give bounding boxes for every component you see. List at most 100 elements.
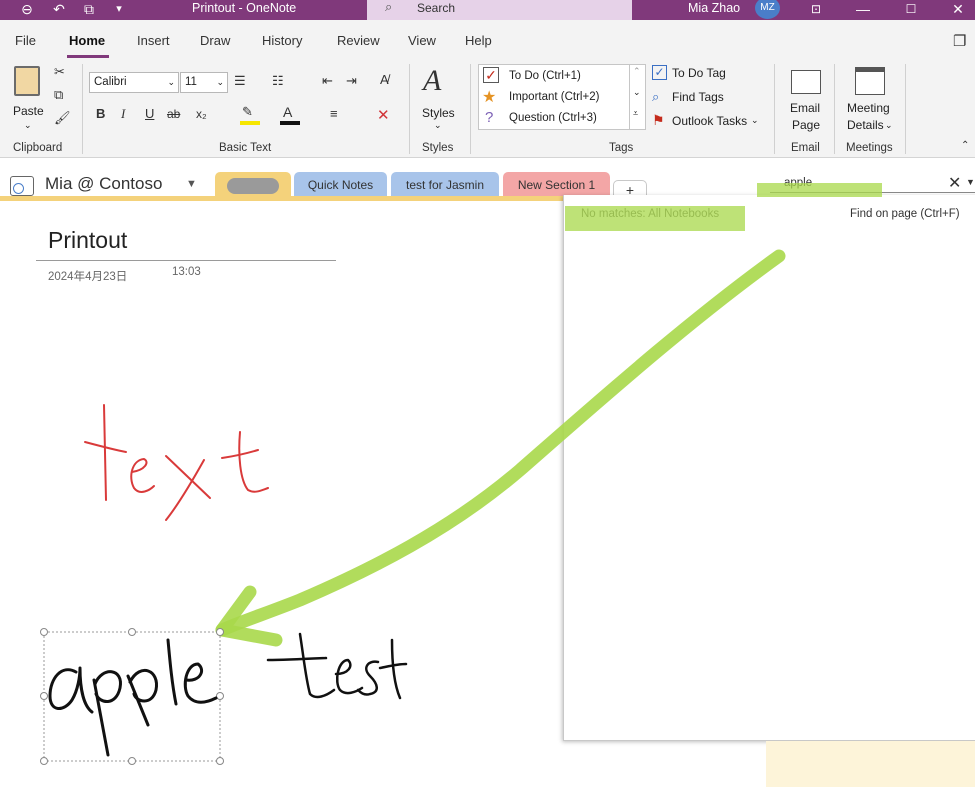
section-tab-quick-notes[interactable]: Quick Notes (294, 172, 387, 198)
tag-label: To Do (Ctrl+1) (509, 70, 581, 82)
meeting-label-line1: Meeting (847, 101, 890, 115)
decrease-indent-icon[interactable]: ⇤ (322, 73, 333, 89)
subscript-button[interactable]: x₂ (196, 107, 207, 121)
group-label-tags: Tags (609, 142, 634, 154)
find-tags-button[interactable]: ⌕ Find Tags (652, 88, 762, 108)
outlook-tasks-button[interactable]: ⚑ Outlook Tasks ⌄ (652, 112, 767, 132)
page-date: 2024年4月23日 (48, 271, 128, 283)
user-name[interactable]: Mia Zhao (688, 0, 740, 16)
cut-icon[interactable]: ✂ (54, 64, 65, 80)
notebook-panel-icon[interactable]: ❐ (953, 32, 966, 50)
notebook-search-input[interactable]: apple ✕ ▼ (770, 173, 975, 193)
group-label-styles: Styles (422, 142, 454, 154)
active-tab-indicator (67, 55, 109, 58)
find-on-page-link[interactable]: Find on page (Ctrl+F) (850, 208, 960, 220)
avatar[interactable]: MZ (755, 0, 780, 19)
outlook-tasks-label: Outlook Tasks (672, 114, 748, 128)
tags-gallery: ✓ To Do (Ctrl+1) ★ Important (Ctrl+2) ? … (478, 64, 646, 130)
flag-icon: ⚑ (652, 112, 665, 128)
separator (470, 64, 471, 154)
close-icon[interactable]: ✕ (945, 0, 971, 20)
paste-button[interactable]: Paste ⌄ (10, 64, 46, 134)
email-page-button[interactable]: Email Page (785, 64, 827, 136)
numbering-icon[interactable]: ☷ (272, 73, 284, 89)
page-margin-background (766, 741, 975, 787)
styles-label: Styles (422, 106, 455, 120)
styles-button[interactable]: A Styles ⌄ (418, 64, 458, 136)
highlighter-icon: ✎ (242, 104, 253, 119)
underline-button[interactable]: U (145, 106, 154, 121)
tag-label: Important (Ctrl+2) (509, 91, 600, 103)
clear-search-icon[interactable]: ✕ (948, 173, 961, 193)
tag-item-todo[interactable]: ✓ To Do (Ctrl+1) (481, 67, 621, 87)
italic-button[interactable]: I (121, 106, 125, 122)
delete-icon[interactable]: ✕ (377, 106, 390, 124)
ribbon-display-icon[interactable]: ⊡ (803, 0, 829, 20)
search-scope-dropdown-icon[interactable]: ▼ (966, 177, 975, 187)
maximize-icon[interactable]: ☐ (898, 0, 924, 20)
customize-qat-icon[interactable]: ▾ (106, 0, 132, 20)
tab-history[interactable]: History (262, 33, 302, 48)
tab-file[interactable]: File (15, 33, 36, 48)
envelope-icon (791, 70, 821, 94)
ribbon-tabs: File Home Insert Draw History Review Vie… (0, 20, 975, 60)
section-color-strip (0, 196, 565, 201)
page-title[interactable]: Printout (48, 227, 127, 254)
tag-item-important[interactable]: ★ Important (Ctrl+2) (481, 88, 621, 108)
increase-indent-icon[interactable]: ⇥ (346, 73, 357, 89)
scroll-up-icon[interactable]: ⌃ (633, 66, 641, 77)
ribbon-home: Paste ⌄ ✂ ⧉ 🖌 Clipboard Calibri ⌄ 11 ⌄ ☰… (0, 60, 975, 158)
clear-formatting-icon[interactable]: A̸ (380, 72, 389, 87)
gallery-scroll[interactable]: ⌃ ⌄ ⩡ (629, 65, 645, 129)
notebook-icon[interactable] (10, 176, 34, 196)
search-bar[interactable]: ⌕ Search (367, 0, 632, 20)
chevron-down-icon: ⌄ (434, 120, 442, 130)
format-painter-icon[interactable]: 🖌 (54, 110, 71, 126)
onenote-window: ⊖ ↶ ⧉ ▾ Printout - OneNote ⌕ Search Mia … (0, 0, 975, 787)
paste-label: Paste (13, 104, 44, 118)
gallery-more-icon[interactable]: ⩡ (633, 108, 638, 119)
strikethrough-button[interactable]: ab (167, 107, 180, 121)
font-name-select[interactable]: Calibri ⌄ (89, 72, 179, 93)
highlight-button[interactable]: ✎ (240, 104, 272, 126)
tab-draw[interactable]: Draw (200, 33, 230, 48)
tab-insert[interactable]: Insert (137, 33, 170, 48)
search-results-pane: No matches: All Notebooks Find on page (… (563, 195, 975, 741)
email-label-line2: Page (792, 118, 821, 132)
meeting-details-button[interactable]: Meeting Details ⌄ (845, 64, 901, 136)
tab-home[interactable]: Home (69, 33, 105, 48)
notebook-name[interactable]: Mia @ Contoso (45, 174, 162, 194)
bullets-icon[interactable]: ☰ (234, 73, 246, 89)
undo-icon[interactable]: ↶ (46, 0, 72, 20)
tab-view[interactable]: View (408, 33, 436, 48)
todo-tag-button[interactable]: ✓ To Do Tag (652, 64, 762, 84)
styles-icon: A (423, 64, 442, 97)
group-label-meetings: Meetings (846, 142, 893, 154)
screen-clipping-icon[interactable]: ⧉ (76, 0, 102, 20)
copy-icon[interactable]: ⧉ (54, 87, 63, 103)
chevron-down-icon: ⌄ (885, 120, 893, 130)
paragraph-alignment-icon[interactable]: ≡ (330, 106, 338, 121)
tab-help[interactable]: Help (465, 33, 492, 48)
font-color-icon: A (283, 104, 293, 120)
no-matches-text: No matches: All Notebooks (581, 208, 720, 220)
todo-checkbox-icon: ✓ (652, 65, 667, 80)
bold-button[interactable]: B (96, 106, 105, 121)
minimize-icon[interactable]: — (850, 0, 876, 20)
notebook-dropdown-icon[interactable]: ▼ (186, 178, 197, 190)
ink-red-word[interactable] (84, 404, 269, 521)
title-underline (36, 260, 336, 261)
tab-review[interactable]: Review (337, 33, 380, 48)
selection-handles[interactable] (40, 628, 224, 765)
ink-black-word-test[interactable] (266, 632, 408, 700)
separator (834, 64, 835, 154)
font-size-select[interactable]: 11 ⌄ (180, 72, 228, 93)
back-icon[interactable]: ⊖ (14, 0, 40, 20)
scroll-down-icon[interactable]: ⌄ (633, 87, 641, 98)
ink-selection-box[interactable] (43, 631, 221, 762)
ink-black-word-apple[interactable] (48, 638, 218, 757)
font-color-button[interactable]: A (280, 104, 314, 126)
section-tab-test-for-jasmin[interactable]: test for Jasmin (391, 172, 499, 198)
collapse-ribbon-icon[interactable]: ⌃ (961, 140, 969, 151)
tag-item-question[interactable]: ? Question (Ctrl+3) (481, 109, 621, 129)
